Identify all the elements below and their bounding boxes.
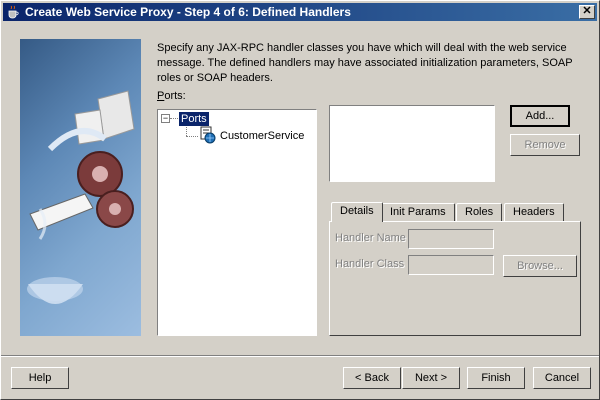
handler-class-label: Handler Class bbox=[335, 258, 405, 270]
remove-button: Remove bbox=[510, 134, 580, 156]
wizard-side-illustration bbox=[20, 39, 141, 336]
tree-node-ports[interactable]: Ports bbox=[179, 112, 209, 126]
close-button[interactable]: ✕ bbox=[579, 5, 595, 19]
handler-class-input bbox=[408, 255, 494, 275]
ports-tree[interactable] bbox=[157, 109, 317, 336]
next-button[interactable]: Next > bbox=[402, 367, 460, 389]
handler-name-input bbox=[408, 229, 494, 249]
instructions-text: Specify any JAX-RPC handler classes you … bbox=[157, 42, 573, 84]
tab-init-params[interactable]: Init Params bbox=[381, 203, 455, 221]
finish-button[interactable]: Finish bbox=[467, 367, 525, 389]
cancel-button[interactable]: Cancel bbox=[533, 367, 591, 389]
tab-roles[interactable]: Roles bbox=[456, 203, 503, 221]
handlers-list[interactable] bbox=[329, 105, 495, 182]
web-service-port-icon bbox=[200, 126, 216, 144]
title-bar[interactable]: Create Web Service Proxy - Step 4 of 6: … bbox=[3, 3, 597, 21]
tree-connector bbox=[186, 136, 198, 137]
ports-label: Ports: bbox=[157, 90, 186, 102]
close-icon: ✕ bbox=[582, 5, 592, 17]
back-button[interactable]: < Back bbox=[343, 367, 401, 389]
web-service-wizard-illustration bbox=[27, 90, 135, 304]
help-button[interactable]: Help bbox=[11, 367, 69, 389]
tab-headers[interactable]: Headers bbox=[504, 203, 564, 221]
details-panel: Handler Name Handler Class Browse... bbox=[329, 221, 581, 336]
tab-details[interactable]: Details bbox=[331, 202, 383, 222]
tree-connector bbox=[186, 127, 187, 136]
window-title: Create Web Service Proxy - Step 4 of 6: … bbox=[25, 5, 351, 19]
tree-connector bbox=[170, 118, 178, 119]
handler-name-label: Handler Name bbox=[335, 232, 406, 244]
tree-collapse-icon[interactable]: − bbox=[161, 114, 170, 123]
tree-node-customer-service[interactable]: CustomerService bbox=[220, 130, 304, 142]
handler-tabs: Details Init Params Roles Headers Handle… bbox=[329, 202, 581, 336]
footer-separator bbox=[1, 355, 599, 357]
browse-button: Browse... bbox=[503, 255, 577, 277]
add-button-label: Add... bbox=[525, 110, 555, 122]
add-button[interactable]: Add... bbox=[510, 105, 570, 127]
java-coffee-cup-icon bbox=[8, 5, 19, 19]
wizard-window: Create Web Service Proxy - Step 4 of 6: … bbox=[0, 0, 600, 400]
